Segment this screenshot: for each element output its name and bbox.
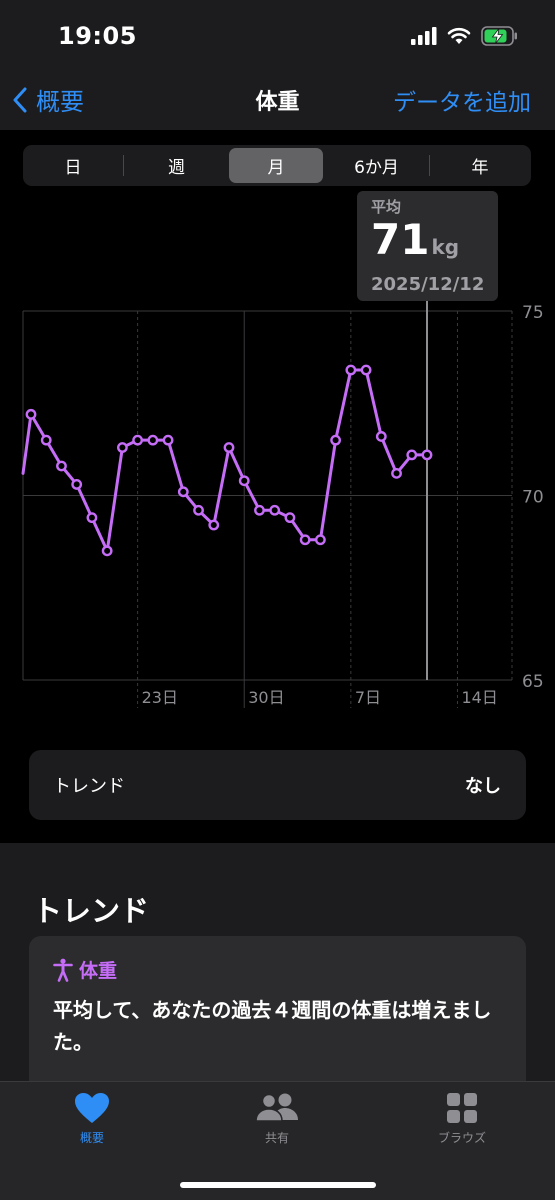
data-point[interactable] [71,479,83,490]
tooltip-value-number: 71 [371,215,430,264]
data-point[interactable] [25,408,37,420]
y-tick-label: 75 [522,303,544,323]
trend-info-text: 平均して、あなたの過去４週間の体重は増えました。 [53,998,492,1054]
trends-section-title: トレンド [33,894,150,928]
data-point[interactable] [360,364,372,376]
data-point[interactable] [223,442,235,453]
data-point[interactable] [345,364,357,376]
data-point[interactable] [314,534,326,546]
tab-browse-label: ブラウズ [437,1131,486,1145]
tab-browse[interactable]: ブラウズ [407,1092,517,1146]
grid-icon [447,1093,477,1123]
data-point[interactable] [162,434,174,446]
data-point[interactable] [284,512,296,524]
x-tick-label: 30日 [248,688,284,707]
data-point[interactable] [375,431,387,442]
tooltip-label: 平均 [371,198,402,216]
y-tick-label: 65 [522,672,544,692]
data-point[interactable] [254,504,265,516]
trend-info-label: 体重 [79,960,118,982]
data-point[interactable] [193,504,204,516]
tab-summary-label: 概要 [79,1131,104,1145]
trend-row-label: トレンド [53,776,125,797]
data-point[interactable] [330,434,342,446]
home-indicator [180,1182,376,1188]
trend-info-header: 体重 [53,956,117,983]
trend-row-value: なし [465,776,501,797]
tab-sharing-label: 共有 [264,1131,289,1145]
x-tick-label: 23日 [142,688,178,707]
y-tick-label: 70 [522,488,544,508]
tooltip-value: 71 kg [371,215,459,264]
weight-series-line [21,368,429,553]
weight-chart[interactable]: 23日 30日 7日 14日 75 70 65 [0,0,555,720]
data-point[interactable] [116,442,128,453]
data-point[interactable] [208,519,220,531]
data-point[interactable] [269,504,281,516]
data-point[interactable] [40,434,52,446]
data-point[interactable] [101,545,113,557]
data-point[interactable] [56,460,67,472]
tooltip-date: 2025/12/12 [371,274,485,295]
tooltip-unit: kg [431,235,460,259]
data-point[interactable] [132,434,144,446]
trend-row[interactable]: トレンド なし [29,750,526,820]
data-point[interactable] [177,486,189,498]
data-point[interactable] [406,449,418,461]
data-point[interactable] [299,534,311,546]
data-point[interactable] [147,434,159,446]
selection-tooltip: 平均 71 kg 2025/12/12 [357,191,498,301]
tab-summary[interactable]: 概要 [37,1092,147,1146]
x-tick-label: 7日 [355,688,381,707]
data-point[interactable] [86,512,98,524]
data-point[interactable] [421,449,433,461]
heart-icon [75,1093,109,1123]
data-point[interactable] [238,475,250,487]
data-point[interactable] [391,467,402,479]
x-tick-label: 14日 [461,688,497,707]
person-standing-icon [53,958,73,982]
people-icon [255,1093,298,1122]
tab-sharing[interactable]: 共有 [222,1092,332,1146]
